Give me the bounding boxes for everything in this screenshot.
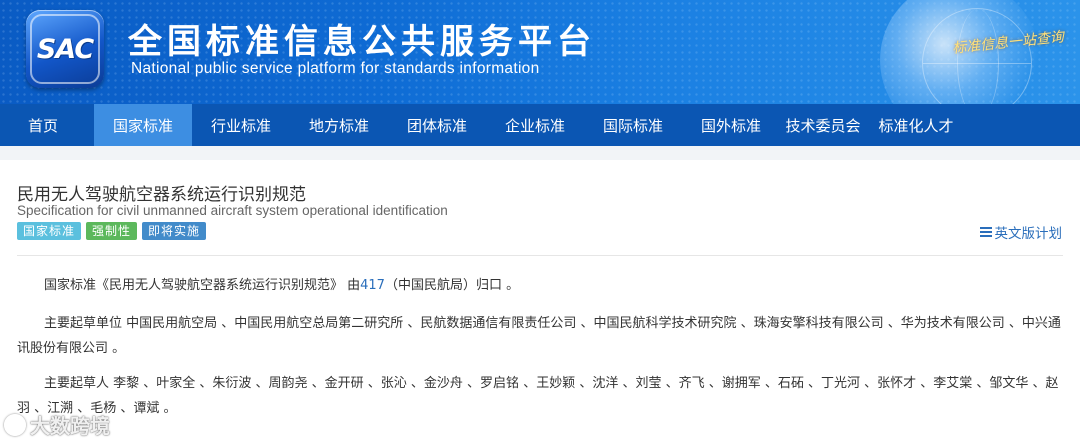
list-icon (979, 226, 992, 238)
nav-item-home[interactable]: 首页 (0, 104, 86, 146)
site-title: 全国标准信息公共服务平台 (128, 22, 596, 62)
standard-tags: 国家标准 强制性 即将实施 (17, 222, 207, 240)
nav-item-group-standards[interactable]: 团体标准 (388, 104, 486, 146)
sac-logo-text: SAC (30, 14, 100, 84)
watermark-logo-icon (4, 413, 26, 436)
site-subtitle: National public service platform for sta… (131, 60, 540, 77)
tag-mandatory: 强制性 (86, 222, 138, 240)
nav-item-technical-committees[interactable]: 技术委员会 (780, 104, 866, 146)
standard-detail: 民用无人驾驶航空器系统运行识别规范 Specification for civi… (0, 160, 1080, 443)
nav-item-international-standards[interactable]: 国际标准 (584, 104, 682, 146)
drafting-units: 主要起草单位 中国民用航空局 、中国民用航空总局第二研究所 、民航数据通信有限责… (17, 316, 1061, 356)
nav-item-standardization-talent[interactable]: 标准化人才 (866, 104, 966, 146)
nav-item-industry-standards[interactable]: 行业标准 (192, 104, 290, 146)
watermark: 大数跨境 (4, 410, 110, 439)
committee-link[interactable]: 417 (360, 278, 385, 293)
main-nav: 首页 国家标准 行业标准 地方标准 团体标准 企业标准 国际标准 国外标准 技术… (0, 104, 1080, 146)
english-plan-label: 英文版计划 (994, 226, 1063, 242)
standard-intro: 国家标准《民用无人驾驶航空器系统运行识别规范》 由417（中国民航局）归口 。 (17, 273, 1063, 298)
intro-suffix: （中国民航局）归口 。 (384, 278, 520, 293)
nav-item-national-standards[interactable]: 国家标准 (94, 104, 192, 146)
nav-item-foreign-standards[interactable]: 国外标准 (682, 104, 780, 146)
nav-item-enterprise-standards[interactable]: 企业标准 (486, 104, 584, 146)
tag-upcoming: 即将实施 (142, 222, 207, 240)
sac-logo[interactable]: SAC (26, 10, 104, 88)
intro-prefix: 国家标准《民用无人驾驶航空器系统运行识别规范》 由 (44, 278, 361, 293)
nav-item-local-standards[interactable]: 地方标准 (290, 104, 388, 146)
standard-title-english: Specification for civil unmanned aircraf… (17, 203, 448, 218)
drafters: 主要起草人 李黎 、叶家全 、朱衍波 、周韵尧 、金开研 、张沁 、金沙舟 、罗… (17, 376, 1059, 416)
section-gap (0, 146, 1080, 160)
divider (17, 255, 1063, 256)
site-header: SAC 全国标准信息公共服务平台 National public service… (0, 0, 1080, 104)
standard-title: 民用无人驾驶航空器系统运行识别规范 (17, 185, 306, 205)
english-plan-link[interactable]: 英文版计划 (979, 222, 1063, 242)
tag-national-standard: 国家标准 (17, 222, 82, 240)
watermark-text: 大数跨境 (30, 414, 110, 438)
